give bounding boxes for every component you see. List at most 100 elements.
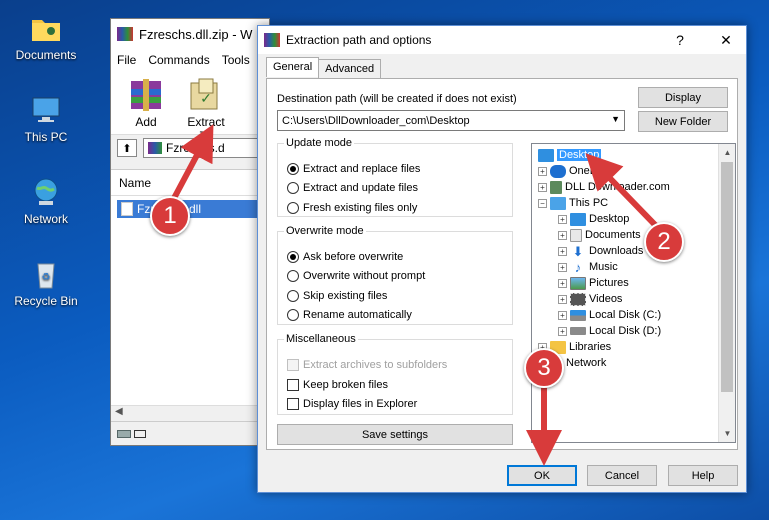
desktop-icon-label: This PC <box>24 130 68 144</box>
expand-icon[interactable]: + <box>558 310 567 320</box>
svg-text:✓: ✓ <box>200 90 212 106</box>
tab-general[interactable]: General <box>266 57 320 77</box>
tree-item-onedrive[interactable]: + OneDrive <box>538 163 615 179</box>
file-row[interactable]: Fzreschs.dll <box>117 200 263 218</box>
menu-file[interactable]: File <box>117 53 136 67</box>
winrar-titlebar: Fzreschs.dll.zip - W <box>111 19 269 49</box>
column-header-name[interactable]: Name <box>111 170 269 196</box>
display-button[interactable]: Display <box>638 87 728 108</box>
radio-extract-replace[interactable]: Extract and replace files <box>287 163 420 175</box>
recycle-bin-icon: ♻ <box>29 258 63 290</box>
expand-icon[interactable]: + <box>558 214 567 224</box>
dialog-app-icon <box>264 33 280 47</box>
tree-item-pictures[interactable]: + Pictures <box>558 275 629 291</box>
expand-icon[interactable]: + <box>558 230 567 240</box>
extract-to-button[interactable]: ✓ Extract To <box>181 75 231 143</box>
new-folder-button[interactable]: New Folder <box>638 111 728 132</box>
cancel-button[interactable]: Cancel <box>587 465 657 486</box>
help-title-button[interactable]: ? <box>660 32 700 48</box>
tree-item-pc-desktop[interactable]: + Desktop <box>558 211 629 227</box>
network-globe-icon <box>29 176 63 208</box>
tree-item-local-disk-d[interactable]: + Local Disk (D:) <box>558 323 661 339</box>
scroll-down-icon[interactable]: ▼ <box>719 425 735 442</box>
radio-skip-existing[interactable]: Skip existing files <box>287 290 387 302</box>
radio-icon <box>287 309 299 321</box>
add-label: Add <box>135 115 157 129</box>
tree-item-downloads[interactable]: + ⬇ Downloads <box>558 243 643 259</box>
expand-icon[interactable]: + <box>558 294 567 304</box>
miscellaneous-legend: Miscellaneous <box>286 333 356 345</box>
desktop-icon-documents[interactable]: Documents <box>6 12 86 62</box>
radio-overwrite-without-prompt[interactable]: Overwrite without prompt <box>287 270 425 282</box>
scroll-up-icon[interactable]: ▲ <box>719 144 735 161</box>
tree-item-user-folder[interactable]: + DLL Downloader.com <box>538 179 670 195</box>
help-button[interactable]: Help <box>668 465 738 486</box>
radio-rename-automatically[interactable]: Rename automatically <box>287 309 412 321</box>
tab-advanced[interactable]: Advanced <box>318 59 382 79</box>
computer-icon <box>29 94 63 126</box>
tree-item-videos[interactable]: + Videos <box>558 291 622 307</box>
tree-item-music[interactable]: + ♪ Music <box>558 259 618 275</box>
user-folder-icon <box>550 180 562 194</box>
collapse-icon[interactable]: − <box>538 198 547 208</box>
folder-tree[interactable]: Desktop + OneDrive + DLL Downloader.com … <box>531 143 736 443</box>
desktop-icon-label: Recycle Bin <box>14 294 78 308</box>
step-marker-1: 1 <box>150 196 190 236</box>
winrar-app-icon <box>117 27 133 41</box>
step-marker-3: 3 <box>524 348 564 388</box>
checkbox-icon <box>287 359 299 371</box>
destination-label: Destination path (will be created if doe… <box>277 93 517 105</box>
checkbox-keep-broken-files[interactable]: Keep broken files <box>287 379 388 391</box>
radio-extract-update[interactable]: Extract and update files <box>287 182 418 194</box>
expand-icon[interactable]: + <box>538 166 547 176</box>
menu-tools[interactable]: Tools <box>222 53 250 67</box>
winrar-file-list: Name Fzreschs.dll ◀ <box>111 169 269 421</box>
desktop-icon-this-pc[interactable]: This PC <box>6 94 86 144</box>
expand-icon[interactable]: + <box>558 278 567 288</box>
archive-add-icon <box>125 75 167 113</box>
tree-item-local-disk-c[interactable]: + Local Disk (C:) <box>558 307 661 323</box>
desktop-folder-icon <box>570 212 586 226</box>
radio-selected-icon <box>287 251 299 263</box>
chevron-down-icon[interactable]: ▼ <box>611 114 620 124</box>
winrar-horizontal-scrollbar[interactable]: ◀ <box>111 405 269 421</box>
expand-icon[interactable]: + <box>558 326 567 336</box>
desktop-icon-label: Documents <box>15 48 77 62</box>
radio-fresh-existing[interactable]: Fresh existing files only <box>287 202 417 214</box>
tree-item-documents[interactable]: + Documents <box>558 227 641 243</box>
pictures-icon <box>570 276 586 290</box>
option-label: Skip existing files <box>303 290 388 302</box>
folder-user-icon <box>29 12 63 44</box>
checkbox-display-in-explorer[interactable]: Display files in Explorer <box>287 398 417 410</box>
tree-vertical-scrollbar[interactable]: ▲ ▼ <box>718 144 735 442</box>
expand-icon[interactable]: + <box>538 182 547 192</box>
desktop-folder-icon <box>538 148 554 162</box>
ok-button[interactable]: OK <box>507 465 577 486</box>
expand-icon[interactable]: + <box>558 246 567 256</box>
save-settings-button[interactable]: Save settings <box>277 424 513 445</box>
winrar-path-field[interactable]: Fzreschs.d <box>143 138 263 158</box>
menu-commands[interactable]: Commands <box>148 53 209 67</box>
desktop-icon-network[interactable]: Network <box>6 176 86 226</box>
radio-icon <box>287 202 299 214</box>
up-folder-button[interactable]: ⬆ <box>117 139 137 157</box>
key-icon <box>134 429 146 438</box>
dialog-titlebar: Extraction path and options ? ✕ <box>258 26 746 54</box>
option-label: Keep broken files <box>303 379 388 391</box>
tree-item-this-pc[interactable]: − This PC <box>538 195 608 211</box>
radio-ask-before-overwrite[interactable]: Ask before overwrite <box>287 251 403 263</box>
computer-icon <box>550 196 566 210</box>
add-button[interactable]: Add <box>121 75 171 130</box>
checkbox-extract-to-subfolders[interactable]: Extract archives to subfolders <box>287 359 447 371</box>
tree-item-desktop[interactable]: Desktop <box>538 147 602 163</box>
scrollbar-thumb[interactable] <box>721 162 733 392</box>
option-label: Extract archives to subfolders <box>303 359 448 371</box>
cloud-icon <box>550 164 566 178</box>
desktop-icon-recycle-bin[interactable]: ♻ Recycle Bin <box>6 258 86 308</box>
destination-path-combo[interactable]: C:\Users\DllDownloader_com\Desktop ▼ <box>277 110 625 131</box>
expand-icon[interactable]: + <box>558 262 567 272</box>
close-button[interactable]: ✕ <box>706 32 746 49</box>
option-label: Fresh existing files only <box>303 202 418 214</box>
documents-icon <box>570 228 582 242</box>
download-arrow-icon: ⬇ <box>572 243 584 259</box>
